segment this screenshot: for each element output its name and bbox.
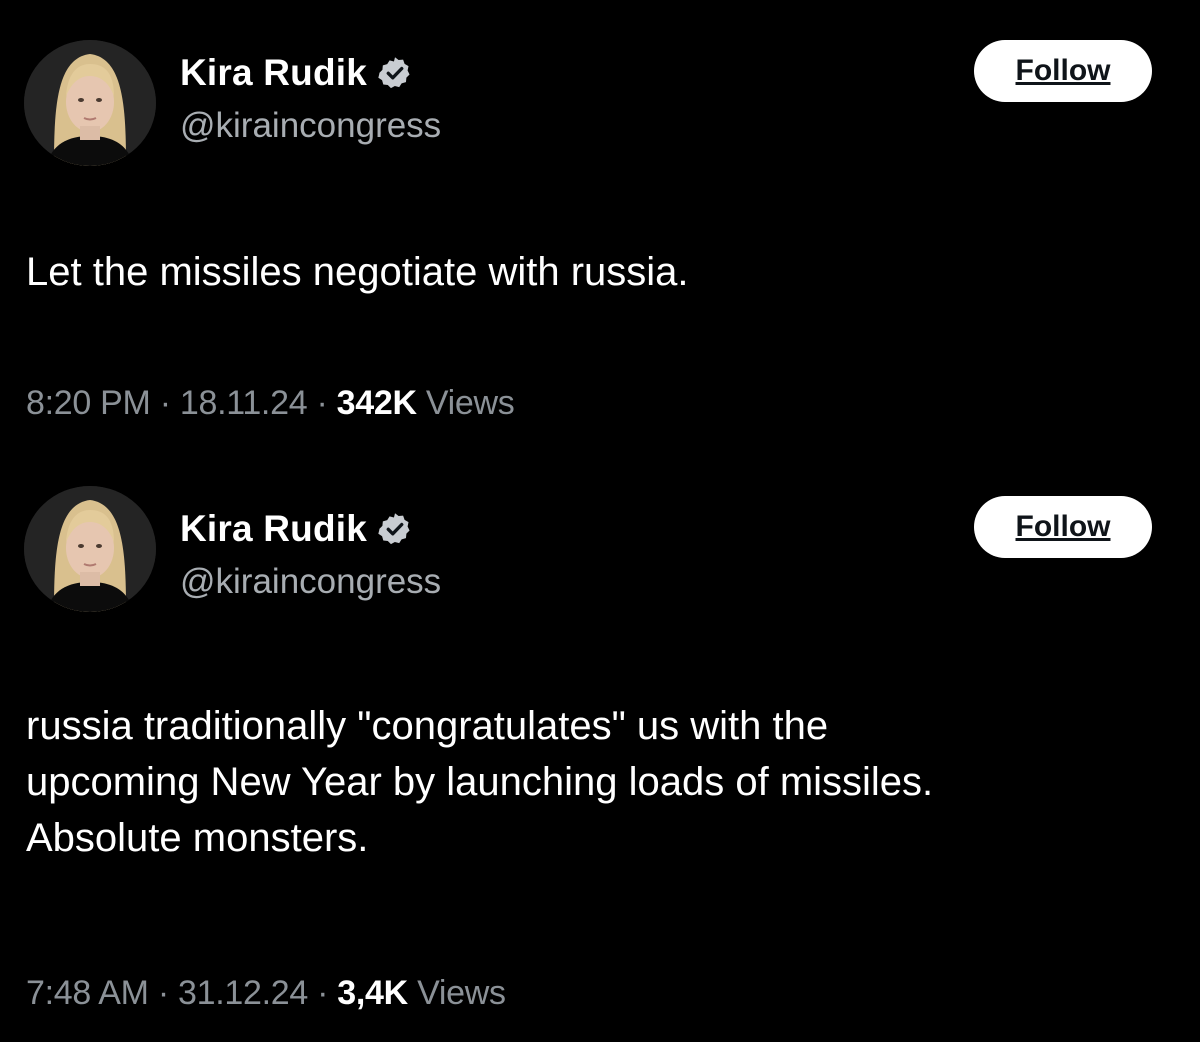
meta-separator: · bbox=[317, 974, 329, 1012]
author-row: Kira Rudik bbox=[180, 504, 413, 554]
follow-button[interactable]: Follow bbox=[974, 496, 1152, 558]
meta-separator: · bbox=[157, 974, 169, 1012]
views-label: Views bbox=[417, 974, 506, 1012]
tweet-text: Let the missiles negotiate with russia. bbox=[26, 250, 689, 294]
avatar[interactable] bbox=[24, 40, 156, 166]
profile-photo-icon bbox=[24, 486, 156, 612]
tweet-time[interactable]: 8:20 PM bbox=[26, 384, 151, 422]
meta-separator: · bbox=[159, 384, 171, 422]
verified-badge-icon bbox=[377, 55, 413, 91]
tweet-date[interactable]: 31.12.24 bbox=[178, 974, 308, 1012]
views-count: 3,4K bbox=[337, 974, 408, 1012]
tweet-date[interactable]: 18.11.24 bbox=[180, 384, 308, 422]
views-count: 342K bbox=[336, 384, 417, 422]
author-row: Kira Rudik bbox=[180, 48, 413, 98]
tweet-meta: 7:48 AM · 31.12.24 · 3,4K Views bbox=[26, 974, 506, 1013]
tweet-time[interactable]: 7:48 AM bbox=[26, 974, 149, 1012]
display-name[interactable]: Kira Rudik bbox=[180, 508, 367, 550]
tweet-card: Kira Rudik @kiraincongress Follow russia… bbox=[0, 470, 1200, 1042]
meta-separator: · bbox=[316, 384, 328, 422]
display-name[interactable]: Kira Rudik bbox=[180, 52, 367, 94]
user-handle[interactable]: @kiraincongress bbox=[180, 106, 441, 146]
follow-button[interactable]: Follow bbox=[974, 40, 1152, 102]
avatar[interactable] bbox=[24, 486, 156, 612]
user-handle[interactable]: @kiraincongress bbox=[180, 562, 441, 602]
views-label: Views bbox=[425, 384, 515, 422]
tweet-text: russia traditionally "congratulates" us … bbox=[26, 704, 934, 860]
verified-badge-icon bbox=[377, 511, 413, 547]
tweet-meta: 8:20 PM · 18.11.24 · 342K Views bbox=[26, 384, 515, 423]
profile-photo-icon bbox=[24, 40, 156, 166]
tweet-card: Kira Rudik @kiraincongress Follow Let th… bbox=[0, 0, 1200, 470]
